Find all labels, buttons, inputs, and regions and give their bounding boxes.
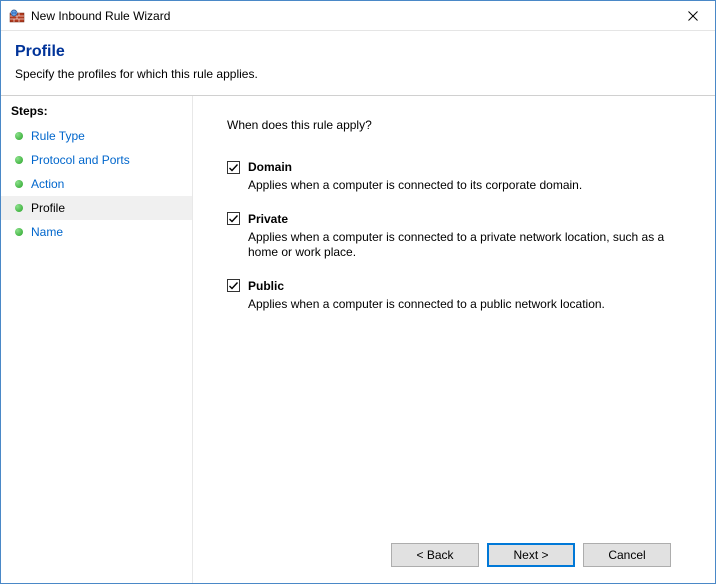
content-area: When does this rule apply? Domain Applie… — [193, 96, 715, 583]
next-button[interactable]: Next > — [487, 543, 575, 567]
step-protocol-and-ports[interactable]: Protocol and Ports — [1, 148, 192, 172]
checkbox-domain[interactable] — [227, 161, 240, 174]
step-bullet-icon — [15, 132, 23, 140]
steps-heading: Steps: — [1, 100, 192, 124]
step-label: Name — [31, 225, 63, 239]
option-label: Domain — [248, 160, 292, 174]
step-bullet-icon — [15, 156, 23, 164]
wizard-footer: < Back Next > Cancel — [227, 531, 687, 583]
option-private: Private Applies when a computer is conne… — [227, 212, 687, 261]
wizard-window: New Inbound Rule Wizard Profile Specify … — [0, 0, 716, 584]
step-label: Profile — [31, 201, 65, 215]
checkbox-public[interactable] — [227, 279, 240, 292]
firewall-icon — [9, 8, 25, 24]
option-description: Applies when a computer is connected to … — [248, 230, 678, 261]
option-domain: Domain Applies when a computer is connec… — [227, 160, 687, 194]
checkmark-icon — [228, 162, 239, 173]
step-label: Protocol and Ports — [31, 153, 130, 167]
page-description: Specify the profiles for which this rule… — [15, 67, 701, 81]
step-bullet-icon — [15, 180, 23, 188]
window-title: New Inbound Rule Wizard — [31, 9, 670, 23]
page-title: Profile — [15, 43, 701, 61]
step-label: Action — [31, 177, 64, 191]
close-button[interactable] — [670, 1, 715, 30]
titlebar: New Inbound Rule Wizard — [1, 1, 715, 31]
option-label: Public — [248, 279, 284, 293]
step-label: Rule Type — [31, 129, 85, 143]
option-public: Public Applies when a computer is connec… — [227, 279, 687, 313]
checkmark-icon — [228, 213, 239, 224]
step-action[interactable]: Action — [1, 172, 192, 196]
step-bullet-icon — [15, 204, 23, 212]
profile-options: Domain Applies when a computer is connec… — [227, 160, 687, 312]
option-label: Private — [248, 212, 288, 226]
checkbox-private[interactable] — [227, 212, 240, 225]
step-rule-type[interactable]: Rule Type — [1, 124, 192, 148]
wizard-header: Profile Specify the profiles for which t… — [1, 31, 715, 95]
option-description: Applies when a computer is connected to … — [248, 297, 678, 313]
back-button[interactable]: < Back — [391, 543, 479, 567]
close-icon — [688, 11, 698, 21]
step-bullet-icon — [15, 228, 23, 236]
checkmark-icon — [228, 280, 239, 291]
step-name[interactable]: Name — [1, 220, 192, 244]
step-profile[interactable]: Profile — [1, 196, 192, 220]
content-prompt: When does this rule apply? — [227, 118, 687, 132]
wizard-body: Steps: Rule Type Protocol and Ports Acti… — [1, 95, 715, 583]
cancel-button[interactable]: Cancel — [583, 543, 671, 567]
steps-sidebar: Steps: Rule Type Protocol and Ports Acti… — [1, 96, 193, 583]
option-description: Applies when a computer is connected to … — [248, 178, 678, 194]
